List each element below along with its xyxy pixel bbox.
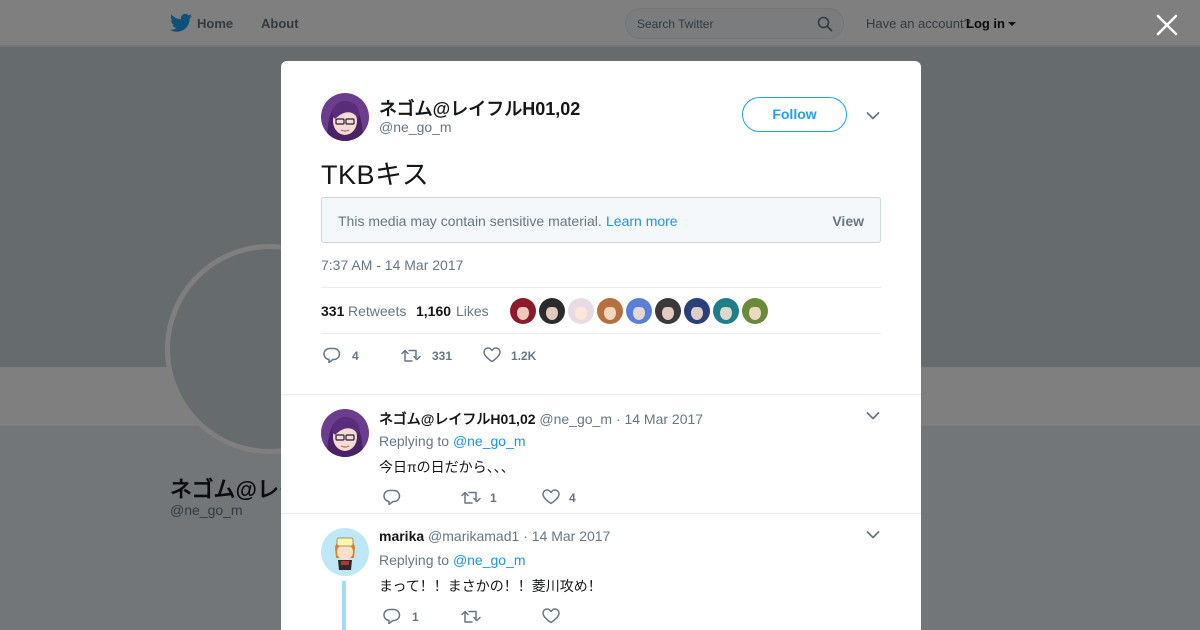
avatar[interactable] <box>321 528 369 576</box>
liker-avatar[interactable] <box>713 298 739 324</box>
reply-date[interactable]: · 14 Mar 2017 <box>523 528 610 544</box>
replying-to: Replying to @ne_go_m <box>379 552 526 568</box>
liker-avatar[interactable] <box>655 298 681 324</box>
retweet-icon <box>401 349 421 362</box>
heart-icon <box>483 347 501 363</box>
reply-tweet[interactable]: ネゴム@レイフルH01,02 @ne_go_m · 14 Mar 2017 Re… <box>281 394 921 514</box>
avatar[interactable] <box>321 409 369 457</box>
liker-avatar[interactable] <box>597 298 623 324</box>
retweets-count[interactable]: 331 <box>321 303 344 319</box>
reply-actions: 1 4 <box>381 487 681 507</box>
follow-button[interactable]: Follow <box>742 97 847 132</box>
liker-avatar[interactable] <box>684 298 710 324</box>
reply-author-handle[interactable]: @ne_go_m <box>539 411 612 427</box>
replying-to: Replying to @ne_go_m <box>379 433 526 449</box>
reply-tweet[interactable]: marika @marikamad1 · 14 Mar 2017 Replyin… <box>281 514 921 630</box>
view-media-button[interactable]: View <box>832 213 864 229</box>
reply-icon <box>383 608 401 624</box>
tweet-author-handle[interactable]: @ne_go_m <box>379 119 452 135</box>
liker-avatar[interactable] <box>539 298 565 324</box>
tweet-author-name[interactable]: ネゴム@レイフルH01,02 <box>379 95 580 121</box>
sensitive-notice-text: This media may contain sensitive materia… <box>338 213 602 229</box>
reply-button[interactable]: 1 <box>383 606 423 626</box>
heart-icon <box>542 608 560 624</box>
reply-icon <box>383 489 401 505</box>
retweet-count: 331 <box>432 349 453 363</box>
liker-avatar[interactable] <box>510 298 536 324</box>
like-button[interactable]: 1.2K <box>483 345 553 365</box>
chevron-down-icon[interactable] <box>866 530 880 540</box>
retweet-icon <box>461 610 481 623</box>
chevron-down-icon[interactable] <box>866 111 880 121</box>
reply-author-name[interactable]: marika <box>379 528 424 544</box>
reply-date[interactable]: · 14 Mar 2017 <box>616 411 703 427</box>
likes-label[interactable]: Likes <box>456 303 489 319</box>
replying-to-label: Replying to <box>379 552 450 568</box>
reply-text: まって！！まさかの！！菱川攻め！ <box>379 578 602 594</box>
like-button[interactable]: 4 <box>542 487 592 507</box>
reply-text: 今日πの日だから、、、 <box>379 459 515 475</box>
retweet-button[interactable] <box>461 606 511 626</box>
like-count: 1.2K <box>511 349 537 363</box>
likes-count[interactable]: 1,160 <box>416 303 451 319</box>
reply-button[interactable]: 4 <box>323 345 373 365</box>
reply-header: ネゴム@レイフルH01,02 @ne_go_m · 14 Mar 2017 <box>379 409 703 429</box>
liker-avatar[interactable] <box>742 298 768 324</box>
retweet-button[interactable]: 1 <box>461 487 511 507</box>
tweet-modal: ネゴム@レイフルH01,02 @ne_go_m Follow TKBキス Thi… <box>281 61 921 630</box>
avatar[interactable] <box>321 93 369 141</box>
tweet-timestamp[interactable]: 7:37 AM - 14 Mar 2017 <box>321 257 463 273</box>
close-icon[interactable] <box>1154 12 1180 38</box>
replying-to-label: Replying to <box>379 433 450 449</box>
liker-avatar[interactable] <box>626 298 652 324</box>
like-count: 4 <box>569 491 576 505</box>
retweet-icon <box>461 491 481 504</box>
chevron-down-icon[interactable] <box>866 411 880 421</box>
reply-icon <box>323 347 341 363</box>
reply-author-handle[interactable]: @marikamad1 <box>428 528 519 544</box>
replying-to-handle[interactable]: @ne_go_m <box>453 552 526 568</box>
liker-avatar[interactable] <box>568 298 594 324</box>
thread-line <box>342 581 346 630</box>
retweet-button[interactable]: 331 <box>401 345 461 365</box>
reply-author-name[interactable]: ネゴム@レイフルH01,02 <box>379 411 536 427</box>
reply-header: marika @marikamad1 · 14 Mar 2017 <box>379 528 610 544</box>
replying-to-handle[interactable]: @ne_go_m <box>453 433 526 449</box>
retweets-label[interactable]: Retweets <box>348 303 406 319</box>
heart-icon <box>542 489 560 505</box>
reply-button[interactable] <box>383 487 423 507</box>
tweet-stats: 331 Retweets 1,160 Likes <box>321 287 881 334</box>
sensitive-media-notice: This media may contain sensitive materia… <box>321 197 881 243</box>
learn-more-link[interactable]: Learn more <box>606 213 678 229</box>
like-button[interactable] <box>542 606 592 626</box>
tweet-text: TKBキス <box>321 160 430 190</box>
tweet-actions: 4 331 1.2K <box>321 345 881 367</box>
retweet-count: 1 <box>490 491 497 505</box>
reply-count: 1 <box>412 610 419 624</box>
reply-count: 4 <box>352 349 359 363</box>
reply-actions: 1 <box>381 606 681 626</box>
